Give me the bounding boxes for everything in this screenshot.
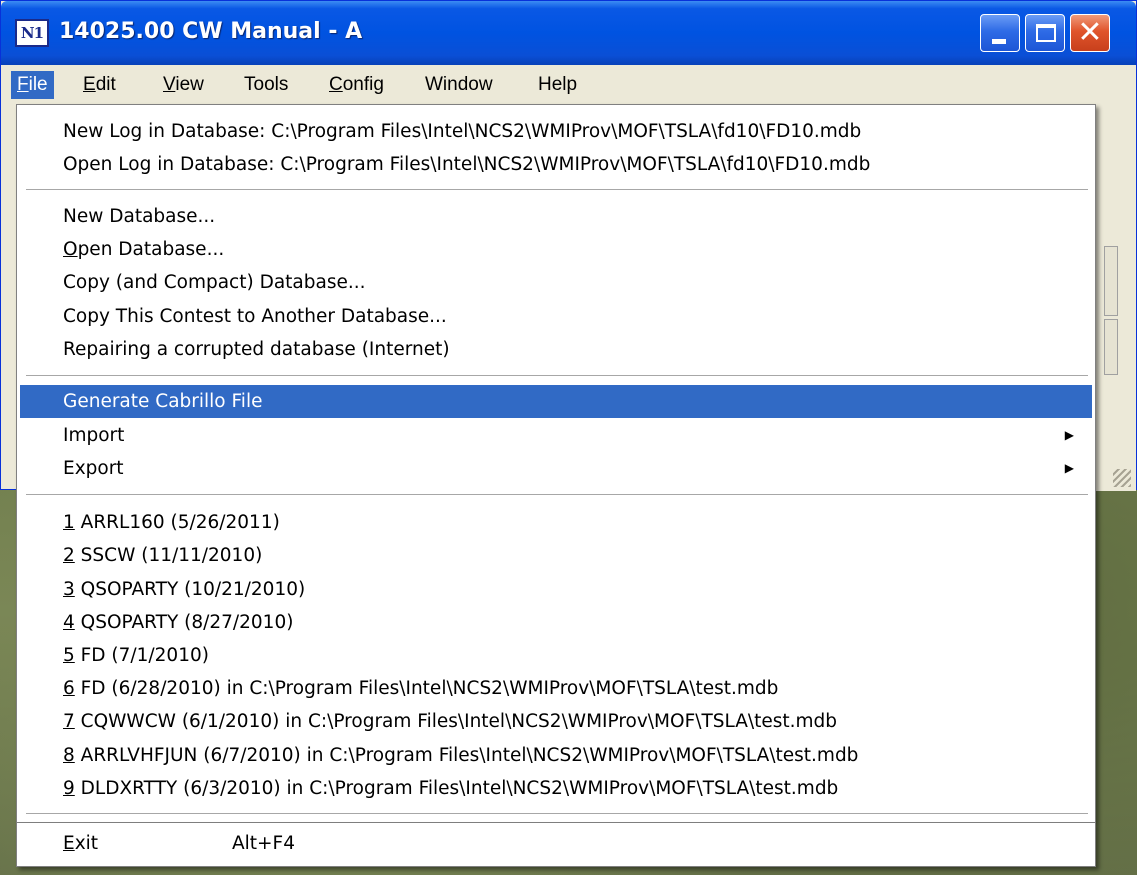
recent-contest-item[interactable]: 7 CQWWCW (6/1/2010) in C:\Program Files\…: [20, 705, 1092, 738]
file-menu-dropdown: New Log in Database: C:\Program Files\In…: [16, 104, 1096, 823]
background-scroll-groove: [1104, 246, 1118, 316]
menu-edit[interactable]: Edit: [77, 71, 122, 99]
recent-text: CQWWCW (6/1/2010) in C:\Program Files\In…: [74, 711, 838, 732]
exit-shortcut: Alt+F4: [232, 833, 295, 854]
recent-contest-item[interactable]: 9 DLDXRTTY (6/3/2010) in C:\Program File…: [20, 772, 1092, 805]
menu-item-export[interactable]: Export ▶: [20, 452, 1092, 485]
import-label: Import: [63, 425, 125, 446]
menu-file[interactable]: File: [11, 71, 54, 99]
recent-number: 5: [63, 645, 75, 666]
recent-contest-item[interactable]: 8 ARRLVHFJUN (6/7/2010) in C:\Program Fi…: [20, 739, 1092, 772]
menu-view-rest: iew: [175, 74, 204, 95]
menu-separator: [26, 494, 1088, 496]
menu-view[interactable]: View: [157, 71, 210, 99]
menu-separator: [26, 189, 1088, 191]
close-button[interactable]: ✕: [1070, 14, 1110, 52]
resize-grip[interactable]: [1113, 469, 1131, 487]
maximize-icon: [1036, 24, 1056, 42]
menu-config-rest: onfig: [342, 74, 384, 95]
app-icon[interactable]: N1: [15, 19, 49, 47]
menu-item-open-log[interactable]: Open Log in Database: C:\Program Files\I…: [20, 148, 1092, 181]
title-bar[interactable]: N1 14025.00 CW Manual - A ✕: [1, 1, 1136, 65]
recent-text: FD (7/1/2010): [74, 645, 209, 666]
menu-separator: [26, 813, 1088, 815]
menu-item-generate-cabrillo[interactable]: Generate Cabrillo File: [20, 385, 1092, 418]
export-label: Export: [63, 458, 124, 479]
menu-item-import[interactable]: Import ▶: [20, 419, 1092, 452]
menu-bar: File Edit View Tools Config Window Help: [1, 65, 1136, 105]
close-icon: ✕: [1077, 15, 1103, 50]
recent-text: DLDXRTTY (6/3/2010) in C:\Program Files\…: [74, 778, 839, 799]
app-icon-text: N1: [20, 24, 44, 42]
submenu-arrow-icon: ▶: [1064, 461, 1074, 475]
recent-number: 4: [63, 612, 75, 633]
recent-number: 6: [63, 678, 75, 699]
recent-number: 9: [63, 778, 75, 799]
menu-item-open-database[interactable]: Open Database...: [20, 233, 1092, 266]
menu-view-accel: V: [163, 74, 176, 95]
background-scroll-groove: [1104, 319, 1118, 375]
menu-item-copy-contest[interactable]: Copy This Contest to Another Database...: [20, 300, 1092, 333]
recent-text: FD (6/28/2010) in C:\Program Files\Intel…: [74, 678, 779, 699]
exit-accel: E: [63, 833, 75, 854]
recent-number: 1: [63, 512, 75, 533]
menu-item-copy-compact[interactable]: Copy (and Compact) Database...: [20, 266, 1092, 299]
recent-contest-item[interactable]: 5 FD (7/1/2010): [20, 639, 1092, 672]
menu-edit-accel: E: [83, 74, 96, 95]
recent-contest-item[interactable]: 4 QSOPARTY (8/27/2010): [20, 606, 1092, 639]
recent-contest-item[interactable]: 2 SSCW (11/11/2010): [20, 539, 1092, 572]
menu-help[interactable]: Help: [532, 71, 583, 99]
submenu-arrow-icon: ▶: [1064, 428, 1074, 442]
recent-text: QSOPARTY (8/27/2010): [74, 612, 294, 633]
menu-item-new-database[interactable]: New Database...: [20, 200, 1092, 233]
menu-window-label: Window: [425, 74, 493, 95]
recent-number: 7: [63, 711, 75, 732]
open-database-accel: O: [63, 239, 78, 260]
menu-window[interactable]: Window: [419, 71, 499, 99]
recent-contest-item[interactable]: 6 FD (6/28/2010) in C:\Program Files\Int…: [20, 672, 1092, 705]
menu-file-accel: F: [17, 74, 29, 95]
menu-config-accel: C: [329, 74, 343, 95]
menu-item-repairing[interactable]: Repairing a corrupted database (Internet…: [20, 333, 1092, 366]
exit-rest: xit: [74, 833, 99, 854]
recent-contest-item[interactable]: 3 QSOPARTY (10/21/2010): [20, 573, 1092, 606]
menu-separator: [26, 375, 1088, 377]
open-database-rest: pen Database...: [77, 239, 225, 260]
recent-number: 2: [63, 545, 75, 566]
recent-number: 8: [63, 745, 75, 766]
window-title: 14025.00 CW Manual - A: [59, 19, 363, 44]
menu-config[interactable]: Config: [323, 71, 390, 99]
menu-item-exit[interactable]: Exit Alt+F4: [20, 827, 1092, 860]
menu-file-rest: ile: [28, 74, 48, 95]
menu-tools-label: Tools: [244, 74, 289, 95]
menu-tools[interactable]: Tools: [238, 71, 294, 99]
recent-text: ARRLVHFJUN (6/7/2010) in C:\Program File…: [74, 745, 859, 766]
recent-text: SSCW (11/11/2010): [74, 545, 263, 566]
menu-item-new-log[interactable]: New Log in Database: C:\Program Files\In…: [20, 115, 1092, 148]
menu-help-label: Help: [538, 74, 578, 95]
recent-contest-item[interactable]: 1 ARRL160 (5/26/2011): [20, 506, 1092, 539]
file-menu-dropdown-bottom: Exit Alt+F4: [16, 823, 1096, 867]
menu-edit-rest: dit: [95, 74, 116, 95]
maximize-button[interactable]: [1025, 14, 1065, 52]
recent-text: QSOPARTY (10/21/2010): [74, 579, 306, 600]
recent-text: ARRL160 (5/26/2011): [74, 512, 280, 533]
minimize-icon: [992, 39, 1006, 44]
minimize-button[interactable]: [980, 14, 1020, 52]
recent-number: 3: [63, 579, 75, 600]
